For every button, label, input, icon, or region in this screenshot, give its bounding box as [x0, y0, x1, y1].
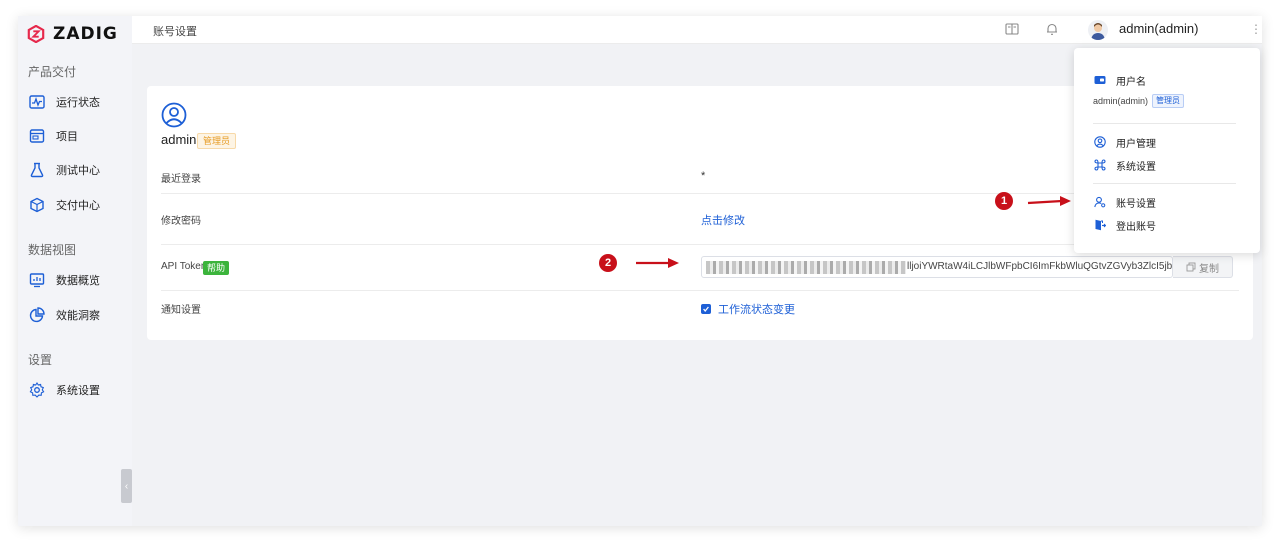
avatar[interactable]: [1088, 20, 1108, 40]
annotation-badge-2: 2: [599, 254, 617, 272]
api-token-label: API Token: [161, 261, 207, 272]
sidebar-collapse-button[interactable]: ‹: [121, 469, 132, 503]
zadig-logo-icon: [27, 25, 45, 43]
sidebar-item-test-center[interactable]: 测试中心: [28, 159, 100, 181]
user-menu-trigger[interactable]: admin(admin): [1119, 21, 1198, 36]
brand-logo[interactable]: ZADIG: [27, 24, 118, 44]
section-title-settings: 设置: [28, 353, 53, 367]
sidebar-item-label: 运行状态: [56, 97, 100, 109]
profile-name: admin: [161, 132, 197, 147]
menu-item-label: 登出账号: [1116, 221, 1156, 233]
dropdown-username-title: 用户名: [1094, 72, 1146, 88]
docs-book-icon[interactable]: [1005, 22, 1021, 38]
command-icon: [1094, 159, 1106, 171]
annotation-arrow-1: [1027, 196, 1071, 206]
sidebar-item-delivery-center[interactable]: 交付中心: [28, 194, 100, 216]
top-bar: 账号设置 admin(admin) ⋮: [132, 16, 1262, 44]
menu-item-label: 账号设置: [1116, 198, 1156, 210]
sidebar-item-system-settings[interactable]: 系统设置: [28, 379, 100, 401]
wallet-icon: [1094, 74, 1106, 86]
page-title: 账号设置: [153, 26, 197, 38]
divider: [1093, 123, 1236, 124]
last-login-label: 最近登录: [161, 174, 201, 185]
user-circle-icon: [1094, 136, 1106, 148]
api-token-field[interactable]: lljoiYWRtaW4iLCJlbWFpbCI6ImFkbWluQGtvZGV…: [701, 256, 1173, 278]
package-icon: [28, 196, 46, 214]
gear-icon: [28, 381, 46, 399]
notify-label: 通知设置: [161, 305, 201, 316]
username-value: admin(admin): [1093, 96, 1149, 106]
username-title: 用户名: [1116, 76, 1146, 88]
menu-item-account-settings[interactable]: 账号设置: [1094, 194, 1156, 210]
role-badge: 管理员: [197, 133, 237, 149]
sidebar-item-label: 交付中心: [56, 200, 100, 212]
sidebar-item-label: 系统设置: [56, 385, 100, 397]
last-login-value: *: [701, 170, 706, 182]
more-vertical-icon[interactable]: ⋮: [1250, 22, 1262, 38]
pulse-chart-icon: [28, 93, 46, 111]
sidebar-item-projects[interactable]: 项目: [28, 125, 78, 147]
sidebar-item-data-overview[interactable]: 数据概览: [28, 269, 100, 291]
copy-label: 复制: [1199, 263, 1219, 275]
token-redacted-blur: [706, 261, 906, 274]
help-badge[interactable]: 帮助: [203, 261, 230, 275]
menu-item-system-settings[interactable]: 系统设置: [1094, 157, 1156, 173]
copy-token-button[interactable]: 复制: [1173, 256, 1233, 278]
divider: [161, 290, 1239, 291]
dropdown-role-badge: 管理员: [1152, 94, 1184, 108]
section-title-delivery: 产品交付: [28, 65, 77, 79]
sidebar-item-label: 效能洞察: [56, 310, 100, 322]
menu-item-logout[interactable]: 登出账号: [1094, 217, 1156, 233]
copy-icon: [1186, 262, 1196, 272]
divider: [1093, 183, 1236, 184]
sidebar: ZADIG 产品交付 运行状态 项目 测试中心 交付中心 数据视图 数据概览 效…: [18, 16, 132, 526]
menu-item-label: 用户管理: [1116, 138, 1156, 150]
project-folder-icon: [28, 127, 46, 145]
api-token-value: lljoiYWRtaW4iLCJlbWFpbCI6ImFkbWluQGtvZGV…: [907, 261, 1173, 272]
workflow-status-checkbox[interactable]: [701, 304, 711, 314]
brand-name: ZADIG: [53, 24, 118, 44]
bell-icon[interactable]: [1045, 22, 1061, 38]
section-title-data-view: 数据视图: [28, 243, 77, 257]
annotation-arrow-2: [636, 258, 679, 268]
sidebar-item-label: 测试中心: [56, 165, 100, 177]
change-password-link[interactable]: 点击修改: [701, 212, 745, 228]
workflow-status-option[interactable]: 工作流状态变更: [718, 301, 795, 317]
sidebar-item-status[interactable]: 运行状态: [28, 91, 100, 113]
user-dropdown-menu: 用户名 admin(admin) 管理员 用户管理 系统设置 账号设置 登出账号: [1074, 48, 1260, 253]
sidebar-item-insights[interactable]: 效能洞察: [28, 304, 100, 326]
sidebar-item-label: 数据概览: [56, 275, 100, 287]
check-icon: [703, 306, 709, 313]
sidebar-item-label: 项目: [56, 131, 78, 143]
flask-icon: [28, 161, 46, 179]
menu-item-user-management[interactable]: 用户管理: [1094, 134, 1156, 150]
chevron-left-icon: ‹: [124, 480, 129, 492]
user-avatar-icon: [1088, 20, 1108, 40]
annotation-badge-1: 1: [995, 192, 1013, 210]
password-label: 修改密码: [161, 216, 201, 227]
bar-chart-icon: [28, 271, 46, 289]
pie-chart-icon: [28, 306, 46, 324]
menu-item-label: 系统设置: [1116, 161, 1156, 173]
user-settings-icon: [1094, 196, 1106, 208]
logout-door-icon: [1094, 219, 1106, 231]
user-circle-icon: [161, 102, 187, 128]
